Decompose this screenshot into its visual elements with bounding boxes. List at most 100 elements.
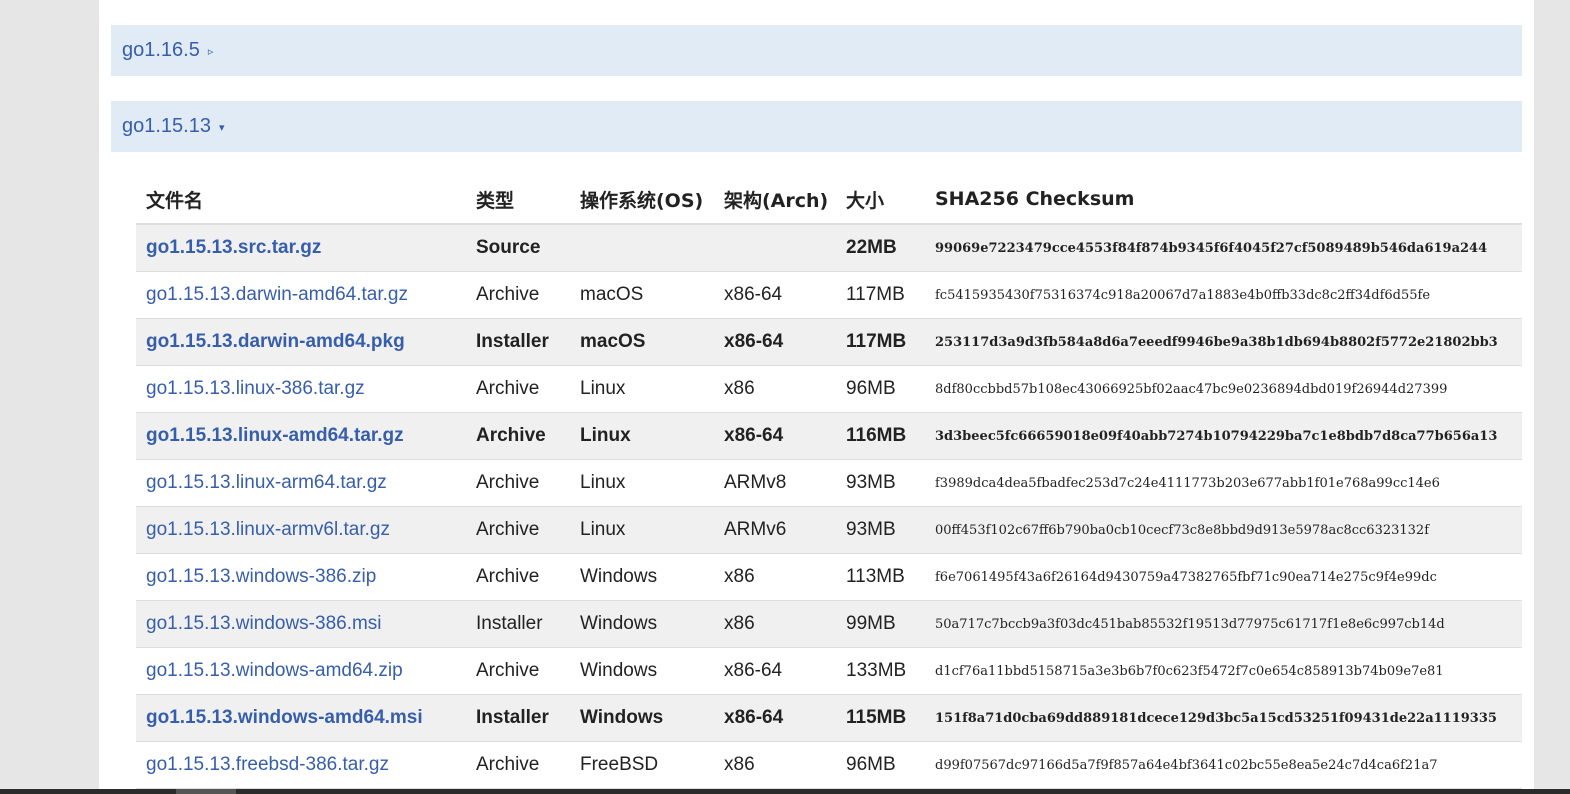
size-cell: 113MB xyxy=(836,553,925,601)
file-link-cell: go1.15.13.darwin-amd64.pkg xyxy=(136,318,466,366)
checksum-cell: 253117d3a9d3fb584a8d6a7eeedf9946be9a38b1… xyxy=(925,318,1522,366)
version-title[interactable]: go1.16.5 xyxy=(122,39,200,62)
download-link[interactable]: go1.15.13.windows-amd64.msi xyxy=(146,707,423,728)
horizontal-scrollbar[interactable] xyxy=(0,789,1570,794)
os-cell: Windows xyxy=(570,694,714,742)
size-cell: 93MB xyxy=(836,506,925,554)
table-row: go1.15.13.linux-386.tar.gz Archive Linux x8… xyxy=(136,365,1522,413)
os-cell: Windows xyxy=(570,600,714,648)
os-cell: macOS xyxy=(570,318,714,366)
download-link[interactable]: go1.15.13.darwin-amd64.pkg xyxy=(146,331,405,352)
table-row: go1.15.13.darwin-amd64.tar.gz Archive macO… xyxy=(136,271,1522,319)
arch-cell: x86-64 xyxy=(714,271,836,319)
table-row: go1.15.13.darwin-amd64.pkg Installer macOS… xyxy=(136,318,1522,366)
os-cell: Windows xyxy=(570,553,714,601)
download-page: go1.16.5 ▹ go1.15.13 ▾ 文件名 类型 操作系统(OS) 架… xyxy=(99,0,1534,794)
kind-cell: Archive xyxy=(466,647,570,695)
table-row: go1.15.13.windows-386.msi Installer Window… xyxy=(136,600,1522,648)
version-header-go1-15-13[interactable]: go1.15.13 ▾ xyxy=(111,101,1522,152)
downloads-table: 文件名 类型 操作系统(OS) 架构(Arch) 大小 SHA256 Check… xyxy=(136,175,1522,789)
table-row: go1.15.13.linux-armv6l.tar.gz Archive Linu… xyxy=(136,506,1522,554)
size-cell: 99MB xyxy=(836,600,925,648)
version-title[interactable]: go1.15.13 xyxy=(122,115,211,138)
size-cell: 115MB xyxy=(836,694,925,742)
arch-cell: x86 xyxy=(714,553,836,601)
file-link-cell: go1.15.13.linux-arm64.tar.gz xyxy=(136,459,466,507)
kind-cell: Archive xyxy=(466,365,570,413)
download-link[interactable]: go1.15.13.linux-386.tar.gz xyxy=(146,378,365,399)
header-checksum: SHA256 Checksum xyxy=(925,175,1522,225)
size-cell: 116MB xyxy=(836,412,925,460)
size-cell: 93MB xyxy=(836,459,925,507)
kind-cell: Archive xyxy=(466,459,570,507)
checksum-cell: 99069e7223479cce4553f84f874b9345f6f4045f… xyxy=(925,224,1522,272)
collapse-triangle-icon[interactable]: ▾ xyxy=(219,121,225,134)
size-cell: 96MB xyxy=(836,741,925,789)
kind-cell: Installer xyxy=(466,318,570,366)
download-link[interactable]: go1.15.13.freebsd-386.tar.gz xyxy=(146,754,389,775)
checksum-cell: 50a717c7bccb9a3f03dc451bab85532f19513d77… xyxy=(925,600,1522,648)
kind-cell: Installer xyxy=(466,600,570,648)
file-link-cell: go1.15.13.windows-amd64.msi xyxy=(136,694,466,742)
file-link-cell: go1.15.13.freebsd-386.tar.gz xyxy=(136,741,466,789)
header-arch: 架构(Arch) xyxy=(714,175,836,225)
kind-cell: Installer xyxy=(466,694,570,742)
download-link[interactable]: go1.15.13.windows-amd64.zip xyxy=(146,660,403,681)
download-link[interactable]: go1.15.13.src.tar.gz xyxy=(146,237,321,258)
checksum-cell: 151f8a71d0cba69dd889181dcece129d3bc5a15c… xyxy=(925,694,1522,742)
file-link-cell: go1.15.13.linux-amd64.tar.gz xyxy=(136,412,466,460)
checksum-cell: 00ff453f102c67ff6b790ba0cb10cecf73c8e8bb… xyxy=(925,506,1522,554)
arch-cell: x86 xyxy=(714,741,836,789)
header-kind: 类型 xyxy=(466,175,570,225)
checksum-cell: d1cf76a11bbd5158715a3e3b6b7f0c623f5472f7… xyxy=(925,647,1522,695)
table-header-row: 文件名 类型 操作系统(OS) 架构(Arch) 大小 SHA256 Check… xyxy=(136,175,1522,225)
header-filename: 文件名 xyxy=(136,175,466,225)
file-link-cell: go1.15.13.windows-386.msi xyxy=(136,600,466,648)
kind-cell: Archive xyxy=(466,506,570,554)
download-link[interactable]: go1.15.13.darwin-amd64.tar.gz xyxy=(146,284,408,305)
arch-cell: x86-64 xyxy=(714,694,836,742)
arch-cell: ARMv8 xyxy=(714,459,836,507)
checksum-cell: 3d3beec5fc66659018e09f40abb7274b10794229… xyxy=(925,412,1522,460)
scrollbar-thumb[interactable] xyxy=(176,789,236,794)
arch-cell: x86-64 xyxy=(714,318,836,366)
checksum-cell: 8df80ccbbd57b108ec43066925bf02aac47bc9e0… xyxy=(925,365,1522,413)
version-header-go1-16-5[interactable]: go1.16.5 ▹ xyxy=(111,25,1522,76)
download-link[interactable]: go1.15.13.linux-arm64.tar.gz xyxy=(146,472,387,493)
expand-triangle-icon[interactable]: ▹ xyxy=(208,45,214,58)
file-link-cell: go1.15.13.darwin-amd64.tar.gz xyxy=(136,271,466,319)
table-row: go1.15.13.freebsd-386.tar.gz Archive FreeB… xyxy=(136,741,1522,789)
kind-cell: Source xyxy=(466,224,570,272)
checksum-cell: f3989dca4dea5fbadfec253d7c24e4111773b203… xyxy=(925,459,1522,507)
arch-cell: x86 xyxy=(714,365,836,413)
kind-cell: Archive xyxy=(466,271,570,319)
download-link[interactable]: go1.15.13.windows-386.msi xyxy=(146,613,382,634)
table-row: go1.15.13.windows-amd64.msi Installer Wind… xyxy=(136,694,1522,742)
os-cell: Linux xyxy=(570,459,714,507)
file-link-cell: go1.15.13.linux-386.tar.gz xyxy=(136,365,466,413)
download-link[interactable]: go1.15.13.windows-386.zip xyxy=(146,566,376,587)
download-link[interactable]: go1.15.13.linux-armv6l.tar.gz xyxy=(146,519,390,540)
table-row: go1.15.13.linux-amd64.tar.gz Archive Linux… xyxy=(136,412,1522,460)
os-cell: Linux xyxy=(570,365,714,413)
os-cell: Linux xyxy=(570,412,714,460)
table-row: go1.15.13.src.tar.gz Source 22MB 99069e7223… xyxy=(136,224,1522,272)
arch-cell: x86 xyxy=(714,600,836,648)
arch-cell: x86-64 xyxy=(714,647,836,695)
checksum-cell: fc5415935430f75316374c918a20067d7a1883e4… xyxy=(925,271,1522,319)
os-cell xyxy=(570,224,714,272)
file-link-cell: go1.15.13.windows-386.zip xyxy=(136,553,466,601)
arch-cell xyxy=(714,224,836,272)
download-link[interactable]: go1.15.13.linux-amd64.tar.gz xyxy=(146,425,404,446)
size-cell: 117MB xyxy=(836,271,925,319)
kind-cell: Archive xyxy=(466,741,570,789)
size-cell: 22MB xyxy=(836,224,925,272)
os-cell: macOS xyxy=(570,271,714,319)
file-link-cell: go1.15.13.linux-armv6l.tar.gz xyxy=(136,506,466,554)
arch-cell: ARMv6 xyxy=(714,506,836,554)
size-cell: 117MB xyxy=(836,318,925,366)
checksum-cell: f6e7061495f43a6f26164d9430759a47382765fb… xyxy=(925,553,1522,601)
table-row: go1.15.13.linux-arm64.tar.gz Archive Linux… xyxy=(136,459,1522,507)
kind-cell: Archive xyxy=(466,553,570,601)
size-cell: 96MB xyxy=(836,365,925,413)
